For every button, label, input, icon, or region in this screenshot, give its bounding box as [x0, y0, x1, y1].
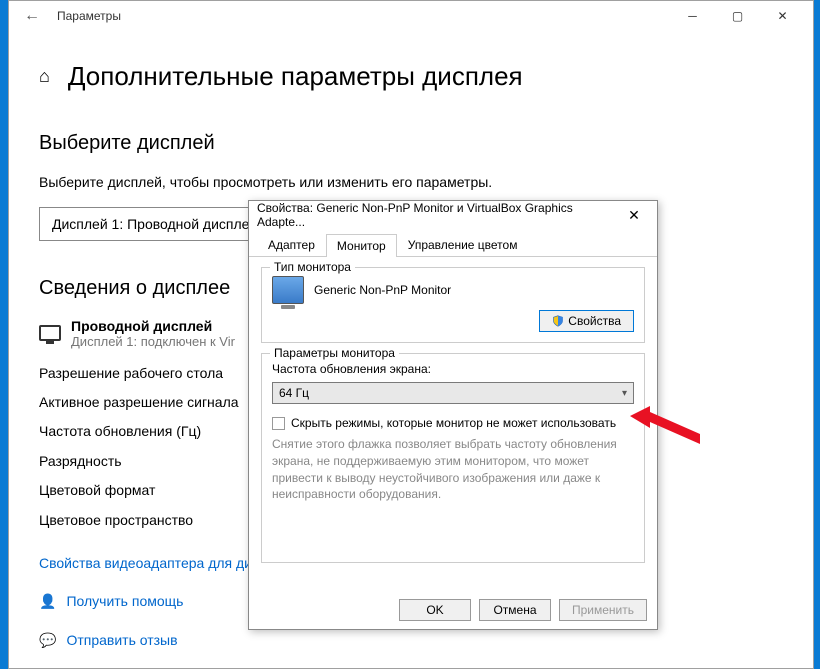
hide-modes-label: Скрыть режимы, которые монитор не может … [291, 416, 616, 430]
monitor-icon [39, 325, 61, 341]
help-icon: 👤 [39, 593, 56, 610]
dialog-tabstrip: Адаптер Монитор Управление цветом [249, 229, 657, 257]
display-connection: Дисплей 1: подключен к Vir [71, 334, 235, 349]
dialog-title: Свойства: Generic Non-PnP Monitor и Virt… [257, 201, 619, 229]
cancel-button[interactable]: Отмена [479, 599, 551, 621]
close-button[interactable]: ✕ [760, 1, 805, 31]
shield-icon [552, 315, 564, 327]
monitor-params-group: Параметры монитора Частота обновления эк… [261, 353, 645, 563]
hide-modes-checkbox[interactable] [272, 417, 285, 430]
minimize-button[interactable]: ─ [670, 1, 715, 31]
hide-modes-hint: Снятие этого флажка позволяет выбрать ча… [272, 436, 634, 503]
refresh-rate-combo[interactable]: 64 Гц ▾ [272, 382, 634, 404]
display-name: Проводной дисплей [71, 318, 235, 334]
monitor-params-legend: Параметры монитора [270, 346, 399, 360]
tab-color-management[interactable]: Управление цветом [397, 233, 529, 256]
select-display-title: Выберите дисплей [39, 132, 783, 155]
monitor-image-icon [272, 276, 304, 304]
home-icon[interactable]: ⌂ [39, 66, 50, 87]
back-button[interactable]: ← [17, 1, 47, 31]
feedback-icon: 💬 [39, 632, 56, 649]
page-title: Дополнительные параметры дисплея [68, 61, 523, 92]
titlebar: ← Параметры ─ ▢ ✕ [9, 1, 813, 31]
tab-monitor[interactable]: Монитор [326, 234, 397, 257]
apply-button[interactable]: Применить [559, 599, 647, 621]
refresh-rate-value: 64 Гц [279, 386, 309, 400]
monitor-type-group: Тип монитора Generic Non-PnP Monitor Сво… [261, 267, 645, 343]
dialog-titlebar[interactable]: Свойства: Generic Non-PnP Monitor и Virt… [249, 201, 657, 229]
tab-adapter[interactable]: Адаптер [257, 233, 326, 256]
window-title: Параметры [47, 9, 670, 23]
monitor-properties-dialog: Свойства: Generic Non-PnP Monitor и Virt… [248, 200, 658, 630]
select-display-desc: Выберите дисплей, чтобы просмотреть или … [39, 173, 783, 193]
dialog-button-row: OK Отмена Применить [249, 591, 657, 629]
maximize-button[interactable]: ▢ [715, 1, 760, 31]
monitor-properties-button[interactable]: Свойства [539, 310, 634, 332]
dialog-close-button[interactable]: ✕ [619, 207, 649, 224]
refresh-rate-label: Частота обновления экрана: [272, 362, 634, 376]
chevron-down-icon: ▾ [622, 388, 627, 399]
feedback-link[interactable]: 💬 Отправить отзыв [39, 632, 783, 649]
ok-button[interactable]: OK [399, 599, 471, 621]
monitor-name: Generic Non-PnP Monitor [314, 283, 451, 297]
monitor-type-legend: Тип монитора [270, 260, 355, 274]
